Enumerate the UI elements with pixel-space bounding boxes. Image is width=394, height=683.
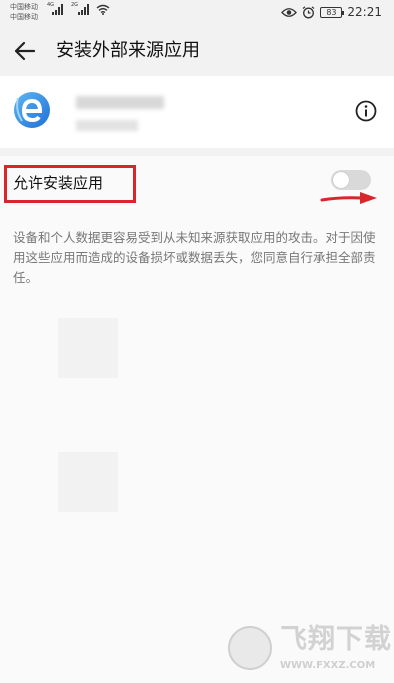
carrier-labels: 中国移动 中国移动	[10, 2, 38, 22]
section-divider	[0, 148, 394, 156]
top-app-bar: 安装外部来源应用	[0, 26, 394, 76]
security-warning-text: 设备和个人数据更容易受到从未知来源获取应用的攻击。对于因使用这些应用而造成的设备…	[13, 230, 376, 285]
arrow-left-icon[interactable]	[12, 38, 38, 64]
watermark-url: WWW.FXXZ.COM	[280, 660, 376, 671]
network-type-2: 2G	[71, 2, 79, 8]
alarm-icon	[303, 5, 315, 18]
wifi-icon	[96, 4, 110, 15]
background-ghost	[58, 452, 118, 512]
app-name-redacted	[76, 96, 164, 109]
battery-icon: 83	[320, 6, 345, 18]
background-ghost	[58, 318, 118, 378]
browser-e-icon	[14, 92, 50, 128]
watermark-logo-text: 飞翔下载	[280, 624, 392, 655]
signal-icon-2	[78, 4, 92, 15]
page-title: 安装外部来源应用	[56, 40, 200, 61]
status-bar: 中国移动 中国移动 4G 2G 83 22:21	[0, 0, 394, 26]
carrier-1: 中国移动	[10, 3, 38, 11]
allow-install-toggle[interactable]	[331, 170, 371, 190]
allow-install-label: 允许安装应用	[13, 174, 104, 192]
app-info-card	[0, 76, 394, 148]
carrier-2: 中国移动	[10, 13, 38, 21]
toggle-knob	[333, 172, 349, 188]
watermark-logo-icon	[228, 626, 272, 670]
info-circle-icon[interactable]	[355, 100, 377, 122]
signal-icon	[52, 4, 66, 15]
eye-icon	[281, 7, 298, 17]
annotation-arrow-icon	[320, 192, 377, 204]
status-right: 83 22:21	[281, 5, 382, 19]
app-version-redacted	[76, 120, 138, 131]
clock: 22:21	[347, 5, 382, 19]
watermark: 飞翔下载 WWW.FXXZ.COM	[222, 620, 391, 676]
